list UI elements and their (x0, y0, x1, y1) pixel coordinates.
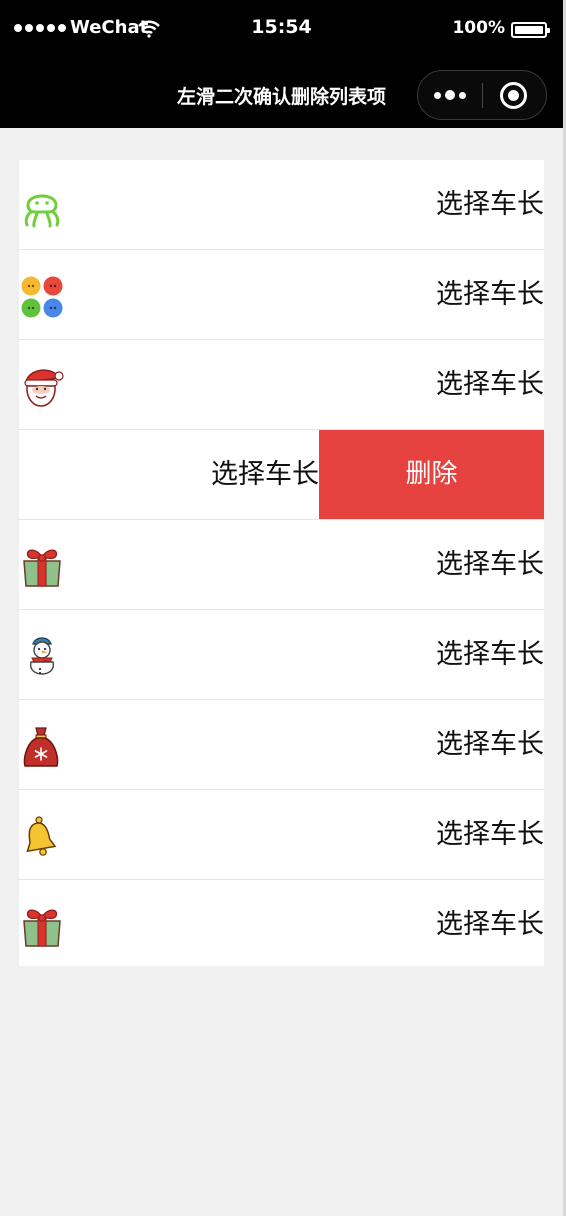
chat-bubbles-icon (19, 274, 65, 320)
list-item-content[interactable]: 选择车长 (19, 700, 544, 789)
list-item-content[interactable]: 选择车长 (19, 250, 544, 339)
list-item-label: 选择车长 (436, 909, 544, 940)
list-item-content[interactable]: 选择车长 (19, 880, 544, 966)
close-circle-icon[interactable] (500, 82, 527, 109)
snowman-icon (19, 634, 65, 680)
page: WeChat 15:54 100% 左滑二次确认删除列表项 选择车长 选择车长 … (0, 0, 563, 1216)
gift-bag-icon (19, 724, 65, 770)
delete-button[interactable]: 删除 (319, 430, 544, 519)
bell-icon (19, 814, 65, 860)
list-item[interactable]: 选择车长 (19, 250, 544, 340)
mini-program-capsule (417, 70, 547, 120)
santa-icon (19, 364, 65, 410)
list-item-content[interactable]: 选择车长 (19, 790, 544, 879)
list-item-swiped[interactable]: 选择车长 删除 (19, 430, 544, 520)
gift-icon (19, 544, 65, 590)
list-item-label: 选择车长 (211, 459, 319, 490)
list-item-content[interactable]: 选择车长 (19, 430, 319, 519)
list-item-label: 选择车长 (436, 549, 544, 580)
capsule-divider (482, 83, 483, 108)
list-item-label: 选择车长 (436, 639, 544, 670)
list-item-label: 选择车长 (436, 369, 544, 400)
list-item-content[interactable]: 选择车长 (19, 520, 544, 609)
list-item[interactable]: 选择车长 (19, 790, 544, 880)
list-item-label: 选择车长 (436, 729, 544, 760)
list-item[interactable]: 选择车长 (19, 520, 544, 610)
list-item-content[interactable]: 选择车长 (19, 610, 544, 699)
list-item-label: 选择车长 (436, 279, 544, 310)
battery-percent: 100% (452, 18, 505, 38)
battery-icon (511, 22, 550, 38)
top-bar: WeChat 15:54 100% 左滑二次确认删除列表项 (0, 0, 563, 128)
list-item[interactable]: 选择车长 (19, 880, 544, 966)
list-item[interactable]: 选择车长 (19, 700, 544, 790)
list-item[interactable]: 选择车长 (19, 610, 544, 700)
list-item-label: 选择车长 (436, 189, 544, 220)
more-menu-icon[interactable] (418, 71, 482, 119)
status-bar: WeChat 15:54 100% (0, 0, 563, 58)
swipe-list: 选择车长 选择车长 选择车长 选择车长 删除 选择车长 选择车长 选择车长 选择… (19, 160, 544, 966)
list-item-content[interactable]: 选择车长 (19, 340, 544, 429)
gift-icon (19, 904, 65, 950)
list-item-content[interactable]: 选择车长 (19, 160, 544, 249)
octopus-icon (19, 184, 65, 230)
list-item[interactable]: 选择车长 (19, 160, 544, 250)
list-item[interactable]: 选择车长 (19, 340, 544, 430)
list-item-label: 选择车长 (436, 819, 544, 850)
